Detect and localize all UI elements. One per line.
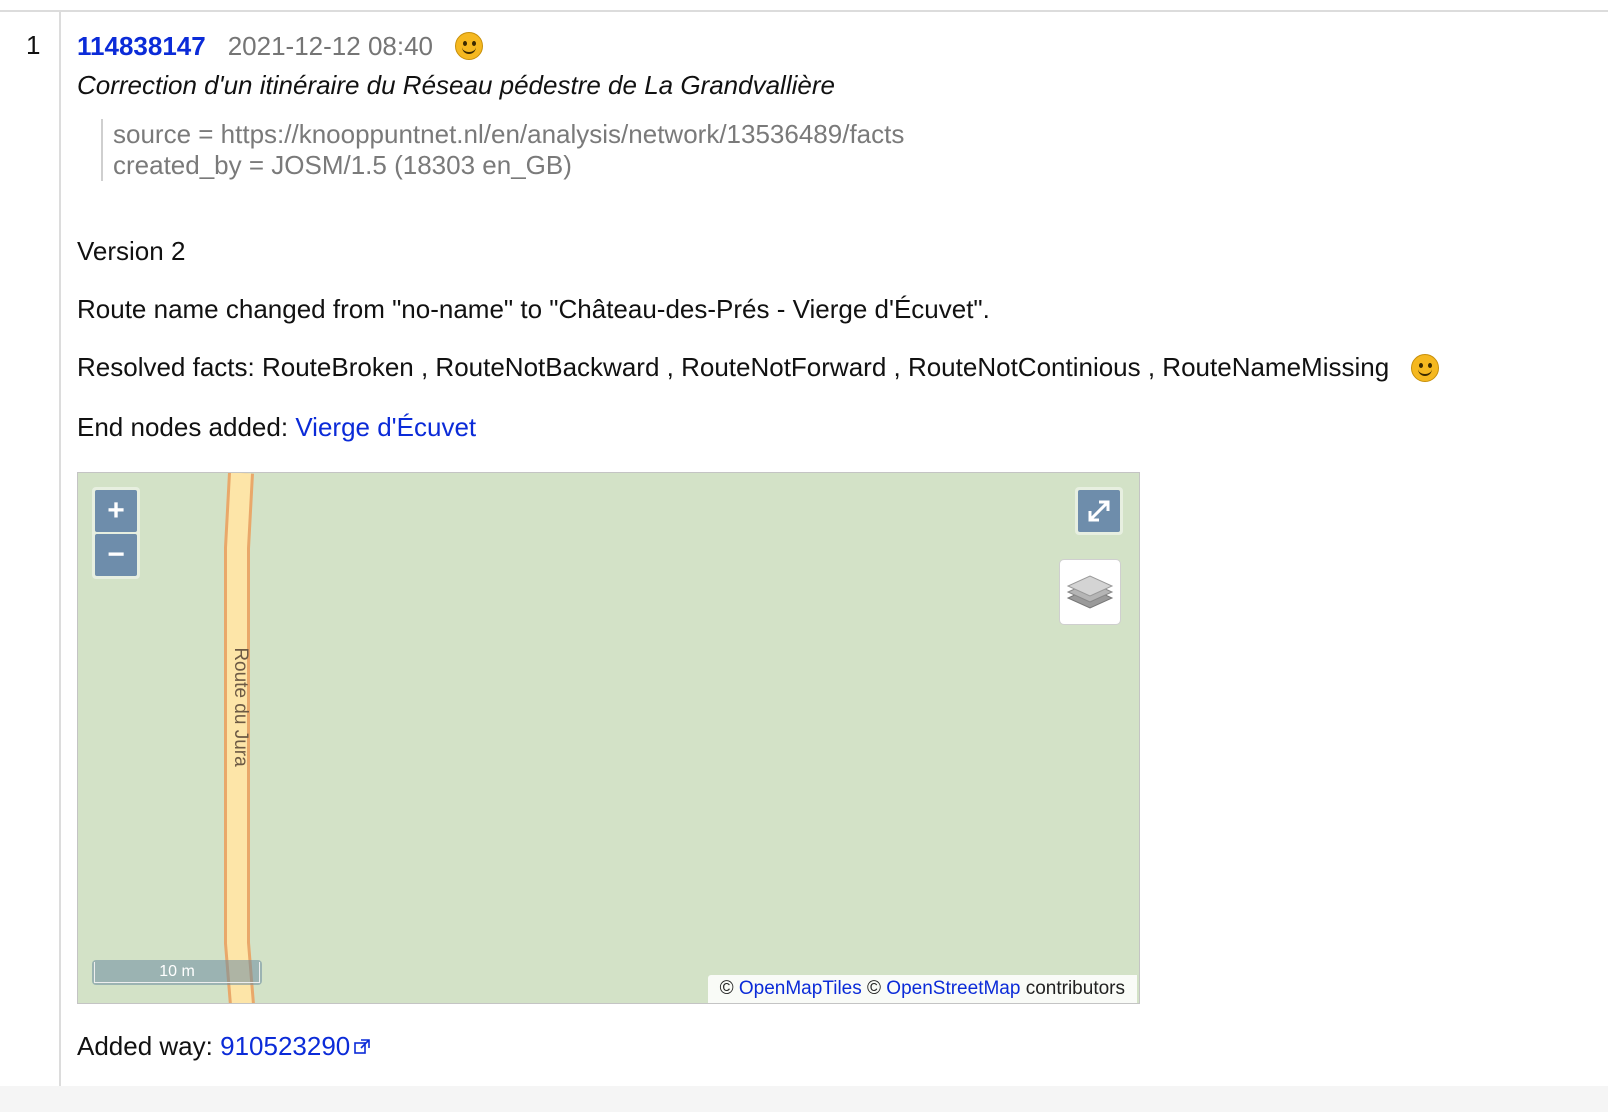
route-map[interactable]: Route du Jura + − 10 m © OpenMapTiles © …	[77, 472, 1140, 1004]
resolved-facts-list: RouteBroken , RouteNotBackward , RouteNo…	[261, 352, 1390, 382]
tag-source: source = https://knooppuntnet.nl/en/anal…	[113, 119, 905, 149]
fullscreen-button[interactable]	[1078, 490, 1120, 532]
version-label: Version 2	[77, 236, 186, 266]
scale-line: 10 m	[92, 960, 262, 985]
resolved-facts-label: Resolved facts:	[77, 352, 255, 382]
zoom-in-button[interactable]: +	[95, 490, 137, 532]
resolved-facts: Resolved facts: RouteBroken , RouteNotBa…	[77, 352, 1440, 383]
changeset-link[interactable]: 114838147	[77, 31, 206, 62]
changeset-comment: Correction d'un itinéraire du Réseau péd…	[77, 70, 835, 100]
copyright-symbol: ©	[719, 978, 734, 999]
zoom-out-button[interactable]: −	[95, 534, 137, 576]
added-way-link[interactable]: 910523290	[220, 1031, 350, 1061]
openstreetmap-link[interactable]: OpenStreetMap	[886, 978, 1020, 999]
fullscreen-icon	[1088, 500, 1110, 522]
copyright-symbol: ©	[867, 978, 882, 999]
added-way: Added way: 910523290	[77, 1031, 371, 1062]
end-node-link[interactable]: Vierge d'Écuvet	[295, 412, 476, 442]
attribution-suffix: contributors	[1025, 978, 1125, 999]
scale-label: 10 m	[94, 962, 260, 983]
happy-smiley-icon	[455, 32, 484, 60]
end-nodes-added: End nodes added: Vierge d'Écuvet	[77, 412, 476, 443]
external-link-icon[interactable]	[354, 1039, 371, 1055]
road-label: Route du Jura	[230, 647, 251, 767]
added-way-label: Added way:	[77, 1031, 213, 1061]
row-number: 1	[26, 30, 41, 60]
route-name-change: Route name changed from "no-name" to "Ch…	[77, 294, 990, 324]
end-nodes-label: End nodes added:	[77, 412, 289, 442]
map-attribution: © OpenMapTiles © OpenStreetMap contribut…	[707, 975, 1137, 1003]
changeset-tags: source = https://knooppuntnet.nl/en/anal…	[101, 119, 904, 181]
tag-created-by: created_by = JOSM/1.5 (18303 en_GB)	[113, 150, 572, 180]
zoom-control: + −	[92, 487, 140, 579]
fullscreen-control	[1075, 487, 1123, 535]
bottom-shade	[0, 1086, 1608, 1112]
row-gutter-divider	[59, 12, 61, 1112]
openmaptiles-link[interactable]: OpenMapTiles	[739, 978, 862, 999]
happy-smiley-icon	[1411, 353, 1440, 382]
layer-switcher-button[interactable]	[1059, 559, 1121, 625]
top-border	[0, 10, 1608, 12]
changeset-timestamp: 2021-12-12 08:40	[227, 30, 434, 61]
changeset-header: 114838147 2021-12-12 08:40	[77, 28, 484, 64]
layers-icon	[1066, 575, 1114, 609]
